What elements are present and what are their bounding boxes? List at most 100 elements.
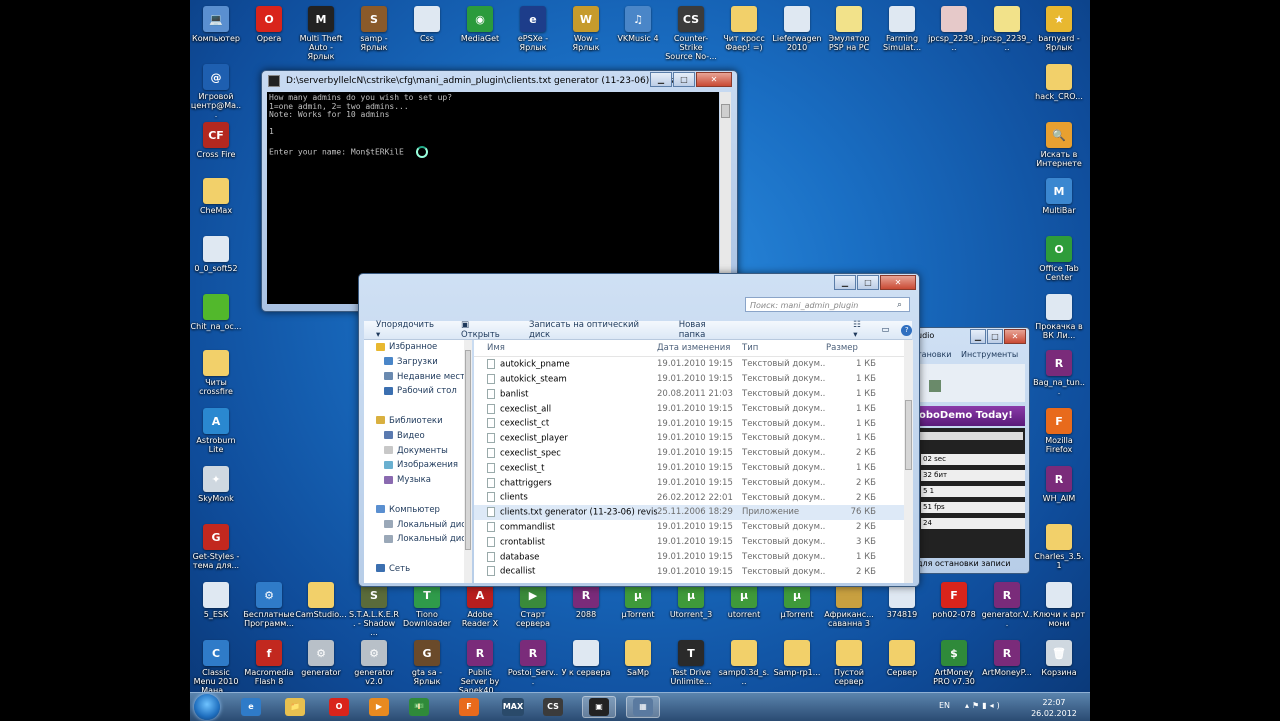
desktop-icon[interactable]: e ePSXe - Ярлык	[507, 6, 559, 52]
list-scrollbar[interactable]	[904, 340, 913, 583]
start-button[interactable]	[194, 694, 220, 720]
tray-icons[interactable]: ▴⚑▮◂)	[965, 701, 1003, 710]
explorer-maximize-button[interactable]: □	[857, 275, 879, 290]
file-row[interactable]: decallist 19.01.2010 19:15 Текстовый докум…	[474, 564, 904, 579]
desktop-icon[interactable]: 0_0_soft52	[190, 236, 242, 273]
taskbar-item-cs[interactable]: CS	[536, 696, 570, 718]
desktop-icon[interactable]: CamStudio...	[295, 582, 347, 619]
desktop-icon[interactable]: 💻 Компьютер	[190, 6, 242, 43]
taskbar-item-media[interactable]: ▶	[362, 696, 396, 718]
nav-item[interactable]: Избранное	[364, 340, 464, 355]
desktop-icon[interactable]: Charles_3.5.1	[1033, 524, 1085, 570]
explorer-window[interactable]: ▁ □ ✕ Поиск: mani_admin_plugin ⌕ Упорядо…	[358, 273, 920, 587]
desktop-icon[interactable]: jpcsp_2239_...	[981, 6, 1033, 52]
desktop-icon[interactable]: R ArtMoneyP...	[981, 640, 1033, 677]
desktop-icon[interactable]: ★ barnyard - Ярлык	[1033, 6, 1085, 52]
desktop-icon[interactable]: S S.T.A.L.K.E.R. - Shadow ...	[348, 582, 400, 637]
desktop-icon[interactable]: Lieferwagen 2010	[771, 6, 823, 52]
desktop-icon[interactable]: R 2088	[560, 582, 612, 619]
clock[interactable]: 22:07 26.02.2012	[1030, 697, 1078, 719]
desktop-icon[interactable]: W Wow - Ярлык	[560, 6, 612, 52]
desktop-icon[interactable]: Сервер	[876, 640, 928, 677]
desktop-icon[interactable]: R Public Server by Sanek40...	[454, 640, 506, 695]
file-row[interactable]: autokick_steam 19.01.2010 19:15 Текстовый …	[474, 372, 904, 387]
explorer-close-button[interactable]: ✕	[880, 275, 916, 290]
desktop-icon[interactable]: SaMp	[612, 640, 664, 677]
minimize-button[interactable]: ▁	[650, 72, 672, 87]
desktop-icon[interactable]: R Bag_na_tun...	[1033, 350, 1085, 396]
desktop-icon[interactable]: Fpoh02-078	[928, 582, 980, 619]
column-size[interactable]: Размер	[826, 343, 876, 353]
desktop-icon[interactable]: µ utorrent	[718, 582, 770, 619]
search-input[interactable]: Поиск: mani_admin_plugin	[745, 297, 910, 312]
file-row[interactable]: cexeclist_player 19.01.2010 19:15 Текстовы…	[474, 431, 904, 446]
column-date[interactable]: Дата изменения	[657, 343, 742, 353]
desktop-icon[interactable]: 🔍 Искать в Интернете	[1033, 122, 1085, 168]
desktop-icon[interactable]: 5_ESK	[190, 582, 242, 619]
desktop-icon[interactable]: Css	[401, 6, 453, 43]
desktop-icon[interactable]: CF Cross Fire	[190, 122, 242, 159]
file-row[interactable]: cexeclist_spec 19.01.2010 19:15 Текстовый …	[474, 446, 904, 461]
desktop-icon[interactable]: µ µTorrent	[771, 582, 823, 619]
new-folder-button[interactable]: Новая папка	[679, 320, 734, 340]
column-type[interactable]: Тип	[742, 343, 826, 353]
desktop-icon[interactable]: µ µTorrent	[612, 582, 664, 619]
desktop-icon[interactable]: ◉ MediaGet	[454, 6, 506, 43]
bg-minimize-button[interactable]: ▁	[970, 329, 986, 344]
column-name[interactable]: Имя	[474, 343, 657, 353]
taskbar-item-money[interactable]: 💵	[402, 696, 436, 718]
desktop-icon[interactable]: Эмулятор PSP на PC	[823, 6, 875, 52]
taskbar-item-explorer-active[interactable]: ▦	[626, 696, 660, 718]
nav-item[interactable]: Изображения	[364, 458, 464, 473]
desktop-icon[interactable]: f Macromedia Flash 8	[243, 640, 295, 686]
desktop-icon[interactable]: Samp-rp1...	[771, 640, 823, 677]
desktop-icon[interactable]: G Get-Styles - тема для...	[190, 524, 242, 570]
desktop-icon[interactable]: ⚙ Бесплатные Программ...	[243, 582, 295, 628]
list-scrollbar-thumb[interactable]	[905, 400, 912, 470]
nav-item[interactable]: Музыка	[364, 473, 464, 488]
desktop-icon[interactable]: Пустой сервер	[823, 640, 875, 686]
taskbar-item-cmd-active[interactable]: ▣	[582, 696, 616, 718]
close-button[interactable]: ✕	[696, 72, 732, 87]
preview-pane-icon[interactable]: ▭	[881, 325, 889, 335]
explorer-minimize-button[interactable]: ▁	[834, 275, 856, 290]
taskbar-item-firefox[interactable]: F	[452, 696, 486, 718]
desktop-icon[interactable]: M Multi Theft Auto - Ярлык	[295, 6, 347, 61]
desktop-icon[interactable]: 🗑 Корзина	[1033, 640, 1085, 677]
nav-item[interactable]: Компьютер	[364, 503, 464, 518]
desktop-icon[interactable]: Ключи к арт мони	[1033, 582, 1085, 628]
desktop-icon[interactable]: A Adobe Reader X	[454, 582, 506, 628]
desktop-icon[interactable]: Читы crossfire	[190, 350, 242, 396]
view-options-icon[interactable]: ☷ ▾	[853, 320, 867, 340]
console-scrollbar-thumb[interactable]	[721, 104, 730, 118]
desktop-icon[interactable]: jpcsp_2239_...	[928, 6, 980, 52]
desktop-icon[interactable]: ✦ SkyMonk	[190, 466, 242, 503]
desktop-icon[interactable]: T Tiono Downloader	[401, 582, 453, 628]
nav-item[interactable]: Сеть	[364, 562, 464, 577]
burn-button[interactable]: Записать на оптический диск	[529, 320, 659, 340]
desktop-icon[interactable]: @ Игровой центр@Ma...	[190, 64, 242, 119]
desktop-icon[interactable]: Ssamp - Ярлык	[348, 6, 400, 52]
nav-item[interactable]: Рабочий стол	[364, 384, 464, 399]
desktop-icon[interactable]: ♫ VKMusic 4	[612, 6, 664, 43]
file-row[interactable]: cexeclist_all 19.01.2010 19:15 Текстовый д…	[474, 401, 904, 416]
bg-tool-icon[interactable]	[929, 380, 941, 392]
desktop-icon[interactable]: Африканс... саванна 3	[823, 582, 875, 628]
desktop-icon[interactable]: hack_CRO...	[1033, 64, 1085, 101]
file-row[interactable]: cexeclist_ct 19.01.2010 19:15 Текстовый до…	[474, 416, 904, 431]
nav-item[interactable]: Библиотеки	[364, 414, 464, 429]
bg-menu-tools[interactable]: Инструменты	[961, 350, 1018, 359]
file-row[interactable]: autokick_pname 19.01.2010 19:15 Текстовый …	[474, 357, 904, 372]
desktop-icon[interactable]: Чит кросс Фаер! =)	[718, 6, 770, 52]
desktop-icon[interactable]: ⚙ generator	[295, 640, 347, 677]
file-row[interactable]: banlist 20.08.2011 21:03 Текстовый докум..…	[474, 387, 904, 402]
bg-banner[interactable]: oboDemo Today!	[917, 406, 1025, 426]
nav-item[interactable]: Недавние места	[364, 370, 464, 385]
nav-item[interactable]: Загрузки	[364, 355, 464, 370]
desktop-icon[interactable]: T Test Drive Unlimite...	[665, 640, 717, 686]
desktop-icon[interactable]: R Postoi_Serv...	[507, 640, 559, 686]
file-row[interactable]: commandlist 19.01.2010 19:15 Текстовый док…	[474, 520, 904, 535]
taskbar-item-ie[interactable]: e	[234, 696, 268, 718]
bg-menu-settings[interactable]: тановки	[917, 350, 951, 359]
organize-button[interactable]: Упорядочить ▾	[376, 320, 439, 340]
